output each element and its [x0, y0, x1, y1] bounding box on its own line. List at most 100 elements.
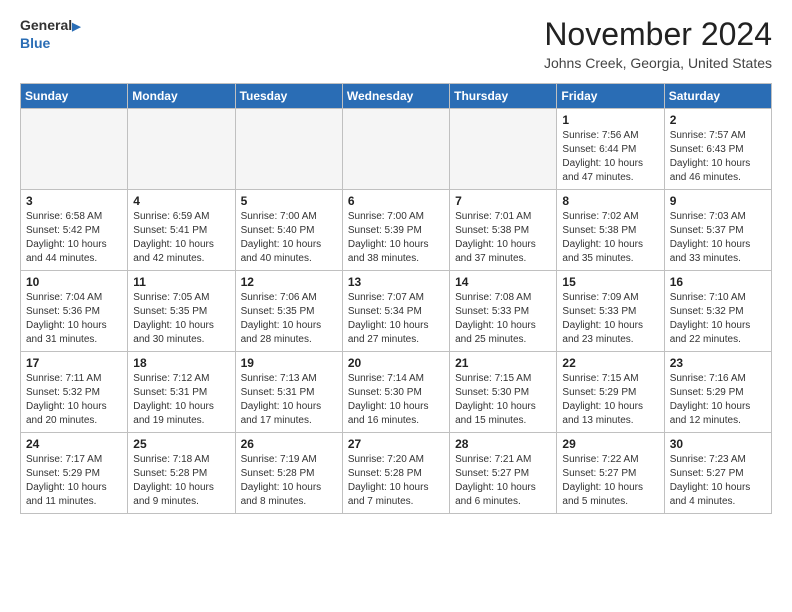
calendar-cell: 15 Sunrise: 7:09 AM Sunset: 5:33 PM Dayli…	[557, 271, 664, 352]
day-info: Sunrise: 7:57 AM Sunset: 6:43 PM Dayligh…	[670, 129, 766, 185]
calendar-cell: 28 Sunrise: 7:21 AM Sunset: 5:27 PM Dayli…	[450, 433, 557, 514]
day-number: 20	[348, 356, 444, 370]
calendar-cell: 10 Sunrise: 7:04 AM Sunset: 5:36 PM Dayli…	[21, 271, 128, 352]
calendar-cell: 18Sunrise: 7:12 AM Sunset: 5:31 PM Dayli…	[128, 352, 235, 433]
logo-text: General▶Blue	[20, 16, 81, 52]
day-number: 30	[670, 437, 766, 451]
calendar-cell: 2 Sunrise: 7:57 AM Sunset: 6:43 PM Daylig…	[664, 109, 771, 190]
day-info: Sunrise: 7:14 AM Sunset: 5:30 PM Dayligh…	[348, 372, 444, 428]
calendar-cell: 6 Sunrise: 7:00 AM Sunset: 5:39 PM Daylig…	[342, 190, 449, 271]
day-number: 11	[133, 275, 229, 289]
weekday-header-monday: Monday	[128, 84, 235, 109]
weekday-header-saturday: Saturday	[664, 84, 771, 109]
calendar-cell: 19 Sunrise: 7:13 AM Sunset: 5:31 PM Dayli…	[235, 352, 342, 433]
calendar-cell: 22Sunrise: 7:15 AM Sunset: 5:29 PM Dayli…	[557, 352, 664, 433]
day-number: 22	[562, 356, 658, 370]
day-info: Sunrise: 7:04 AM Sunset: 5:36 PM Dayligh…	[26, 291, 122, 347]
logo: General▶Blue	[20, 16, 81, 52]
day-info: Sunrise: 7:00 AM Sunset: 5:39 PM Dayligh…	[348, 210, 444, 266]
calendar-cell: 3 Sunrise: 6:58 AM Sunset: 5:42 PM Daylig…	[21, 190, 128, 271]
day-info: Sunrise: 7:00 AM Sunset: 5:40 PM Dayligh…	[241, 210, 337, 266]
header: General▶Blue November 2024 Johns Creek, …	[20, 16, 772, 71]
calendar-cell: 4 Sunrise: 6:59 AM Sunset: 5:41 PM Daylig…	[128, 190, 235, 271]
calendar-cell: 5 Sunrise: 7:00 AM Sunset: 5:40 PM Daylig…	[235, 190, 342, 271]
calendar-cell: 9 Sunrise: 7:03 AM Sunset: 5:37 PM Daylig…	[664, 190, 771, 271]
day-number: 27	[348, 437, 444, 451]
day-info: Sunrise: 7:17 AM Sunset: 5:29 PM Dayligh…	[26, 453, 122, 509]
calendar-cell: 29 Sunrise: 7:22 AM Sunset: 5:27 PM Dayli…	[557, 433, 664, 514]
calendar-cell	[235, 109, 342, 190]
title-block: November 2024 Johns Creek, Georgia, Unit…	[544, 16, 772, 71]
day-number: 16	[670, 275, 766, 289]
calendar-cell: 24 Sunrise: 7:17 AM Sunset: 5:29 PM Dayli…	[21, 433, 128, 514]
day-number: 3	[26, 194, 122, 208]
weekday-header-friday: Friday	[557, 84, 664, 109]
weekday-header-sunday: Sunday	[21, 84, 128, 109]
weekday-header-thursday: Thursday	[450, 84, 557, 109]
day-info: Sunrise: 7:16 AM Sunset: 5:29 PM Dayligh…	[670, 372, 766, 428]
day-number: 25	[133, 437, 229, 451]
day-info: Sunrise: 7:19 AM Sunset: 5:28 PM Dayligh…	[241, 453, 337, 509]
day-number: 19	[241, 356, 337, 370]
calendar-cell: 26 Sunrise: 7:19 AM Sunset: 5:28 PM Dayli…	[235, 433, 342, 514]
day-info: Sunrise: 7:02 AM Sunset: 5:38 PM Dayligh…	[562, 210, 658, 266]
day-number: 8	[562, 194, 658, 208]
weekday-header-wednesday: Wednesday	[342, 84, 449, 109]
day-number: 6	[348, 194, 444, 208]
day-number: 15	[562, 275, 658, 289]
calendar-cell: 16 Sunrise: 7:10 AM Sunset: 5:32 PM Dayli…	[664, 271, 771, 352]
day-info: Sunrise: 7:08 AM Sunset: 5:33 PM Dayligh…	[455, 291, 551, 347]
calendar-cell	[128, 109, 235, 190]
weekday-header-row: SundayMondayTuesdayWednesdayThursdayFrid…	[21, 84, 772, 109]
day-info: Sunrise: 7:56 AM Sunset: 6:44 PM Dayligh…	[562, 129, 658, 185]
day-number: 12	[241, 275, 337, 289]
day-info: Sunrise: 6:59 AM Sunset: 5:41 PM Dayligh…	[133, 210, 229, 266]
calendar-cell: 11 Sunrise: 7:05 AM Sunset: 5:35 PM Dayli…	[128, 271, 235, 352]
day-number: 28	[455, 437, 551, 451]
calendar-cell	[450, 109, 557, 190]
week-row-1: 3 Sunrise: 6:58 AM Sunset: 5:42 PM Daylig…	[21, 190, 772, 271]
day-number: 13	[348, 275, 444, 289]
day-info: Sunrise: 7:23 AM Sunset: 5:27 PM Dayligh…	[670, 453, 766, 509]
day-info: Sunrise: 7:01 AM Sunset: 5:38 PM Dayligh…	[455, 210, 551, 266]
calendar-cell: 20 Sunrise: 7:14 AM Sunset: 5:30 PM Dayli…	[342, 352, 449, 433]
day-info: Sunrise: 7:03 AM Sunset: 5:37 PM Dayligh…	[670, 210, 766, 266]
day-info: Sunrise: 7:05 AM Sunset: 5:35 PM Dayligh…	[133, 291, 229, 347]
day-info: Sunrise: 7:21 AM Sunset: 5:27 PM Dayligh…	[455, 453, 551, 509]
calendar-cell: 25 Sunrise: 7:18 AM Sunset: 5:28 PM Dayli…	[128, 433, 235, 514]
day-info: Sunrise: 7:20 AM Sunset: 5:28 PM Dayligh…	[348, 453, 444, 509]
day-number: 26	[241, 437, 337, 451]
day-number: 5	[241, 194, 337, 208]
calendar: SundayMondayTuesdayWednesdayThursdayFrid…	[20, 83, 772, 514]
calendar-cell: 1 Sunrise: 7:56 AM Sunset: 6:44 PM Daylig…	[557, 109, 664, 190]
day-number: 9	[670, 194, 766, 208]
calendar-cell: 30 Sunrise: 7:23 AM Sunset: 5:27 PM Dayli…	[664, 433, 771, 514]
day-info: Sunrise: 6:58 AM Sunset: 5:42 PM Dayligh…	[26, 210, 122, 266]
calendar-body: 1 Sunrise: 7:56 AM Sunset: 6:44 PM Daylig…	[21, 109, 772, 514]
day-info: Sunrise: 7:09 AM Sunset: 5:33 PM Dayligh…	[562, 291, 658, 347]
day-info: Sunrise: 7:10 AM Sunset: 5:32 PM Dayligh…	[670, 291, 766, 347]
day-info: Sunrise: 7:22 AM Sunset: 5:27 PM Dayligh…	[562, 453, 658, 509]
day-number: 4	[133, 194, 229, 208]
calendar-cell: 14 Sunrise: 7:08 AM Sunset: 5:33 PM Dayli…	[450, 271, 557, 352]
calendar-cell: 27 Sunrise: 7:20 AM Sunset: 5:28 PM Dayli…	[342, 433, 449, 514]
calendar-cell: 13Sunrise: 7:07 AM Sunset: 5:34 PM Dayli…	[342, 271, 449, 352]
day-number: 29	[562, 437, 658, 451]
weekday-header-tuesday: Tuesday	[235, 84, 342, 109]
calendar-cell: 12Sunrise: 7:06 AM Sunset: 5:35 PM Dayli…	[235, 271, 342, 352]
day-number: 1	[562, 113, 658, 127]
day-number: 10	[26, 275, 122, 289]
calendar-cell: 8 Sunrise: 7:02 AM Sunset: 5:38 PM Daylig…	[557, 190, 664, 271]
day-number: 24	[26, 437, 122, 451]
calendar-cell	[21, 109, 128, 190]
calendar-cell	[342, 109, 449, 190]
day-info: Sunrise: 7:13 AM Sunset: 5:31 PM Dayligh…	[241, 372, 337, 428]
day-number: 17	[26, 356, 122, 370]
location-title: Johns Creek, Georgia, United States	[544, 55, 772, 71]
day-number: 18	[133, 356, 229, 370]
day-number: 14	[455, 275, 551, 289]
day-number: 2	[670, 113, 766, 127]
day-number: 23	[670, 356, 766, 370]
week-row-3: 17Sunrise: 7:11 AM Sunset: 5:32 PM Dayli…	[21, 352, 772, 433]
day-info: Sunrise: 7:18 AM Sunset: 5:28 PM Dayligh…	[133, 453, 229, 509]
